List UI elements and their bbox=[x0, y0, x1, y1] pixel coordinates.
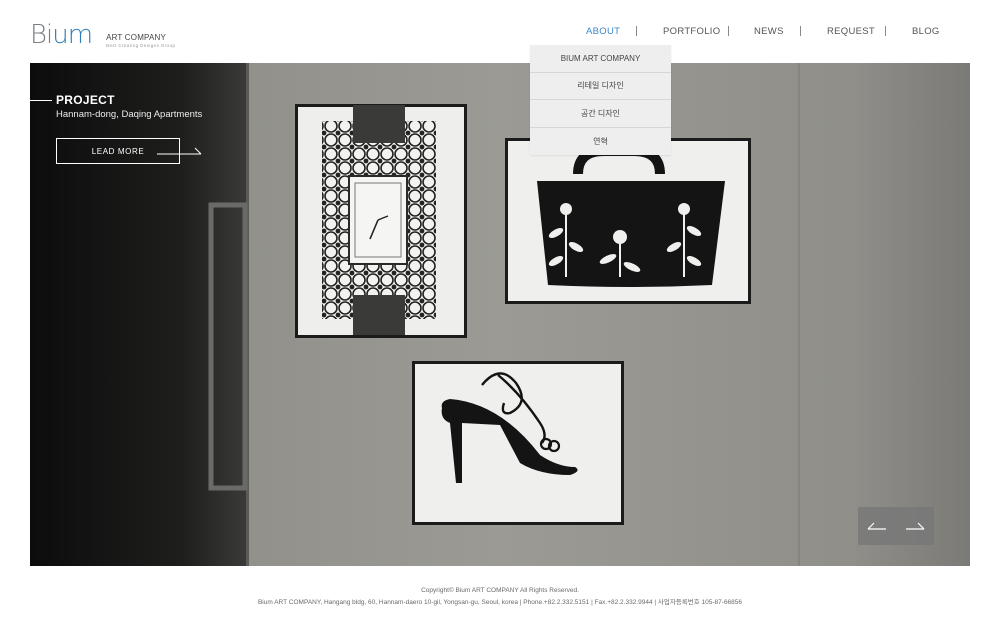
footer: Copyright© Bium ART COMPANY All Rights R… bbox=[0, 585, 1000, 609]
dropdown-item-history[interactable]: 연혁 bbox=[530, 128, 671, 156]
arrow-left-icon bbox=[867, 522, 886, 530]
logo[interactable]: Bium ART COMPANY Best Creating Designs G… bbox=[30, 18, 175, 48]
hero-slider: PROJECT Hannam-dong, Daqing Apartments L… bbox=[30, 63, 970, 566]
footer-address: Bium ART COMPANY, Hangang bldg, 60, Hann… bbox=[257, 599, 743, 606]
nav-separator bbox=[636, 26, 637, 36]
long-arrow-right-icon bbox=[157, 147, 202, 155]
logo-mark-prefix: Bi bbox=[30, 20, 53, 50]
logo-mark-suffix: um bbox=[52, 20, 93, 50]
dropdown-item-bium-art-company[interactable]: BIUM ART COMPANY bbox=[530, 45, 671, 73]
logo-tagline: Best Creating Designs Group bbox=[106, 43, 176, 48]
logo-mark: Bium bbox=[30, 20, 93, 50]
logo-text: ART COMPANY Best Creating Designs Group bbox=[106, 33, 175, 48]
slider-controls bbox=[858, 507, 934, 545]
nav-blog[interactable]: BLOG bbox=[912, 26, 940, 37]
dropdown-item-space-design[interactable]: 공간 디자인 bbox=[530, 100, 671, 128]
logo-company-name: ART COMPANY bbox=[106, 33, 167, 42]
project-subtitle: Hannam-dong, Daqing Apartments bbox=[56, 109, 203, 120]
nav-separator bbox=[800, 26, 801, 36]
project-title: PROJECT bbox=[56, 93, 115, 107]
main-nav: ABOUT PORTFOLIO NEWS REQUEST BLOG bbox=[560, 26, 960, 40]
nav-request[interactable]: REQUEST bbox=[827, 26, 875, 37]
nav-about[interactable]: ABOUT bbox=[586, 26, 620, 37]
nav-news[interactable]: NEWS bbox=[754, 26, 784, 37]
nav-portfolio[interactable]: PORTFOLIO bbox=[663, 26, 720, 37]
arrow-right-icon bbox=[906, 522, 925, 530]
about-dropdown-menu: BIUM ART COMPANY 리테일 디자인 공간 디자인 연혁 bbox=[530, 45, 671, 155]
nav-separator bbox=[728, 26, 729, 36]
project-line bbox=[30, 100, 52, 101]
next-slide-button[interactable] bbox=[896, 507, 934, 545]
footer-copyright: Copyright© Bium ART COMPANY All Rights R… bbox=[421, 587, 579, 594]
dropdown-item-retail-design[interactable]: 리테일 디자인 bbox=[530, 73, 671, 100]
prev-slide-button[interactable] bbox=[858, 507, 896, 545]
nav-separator bbox=[885, 26, 886, 36]
